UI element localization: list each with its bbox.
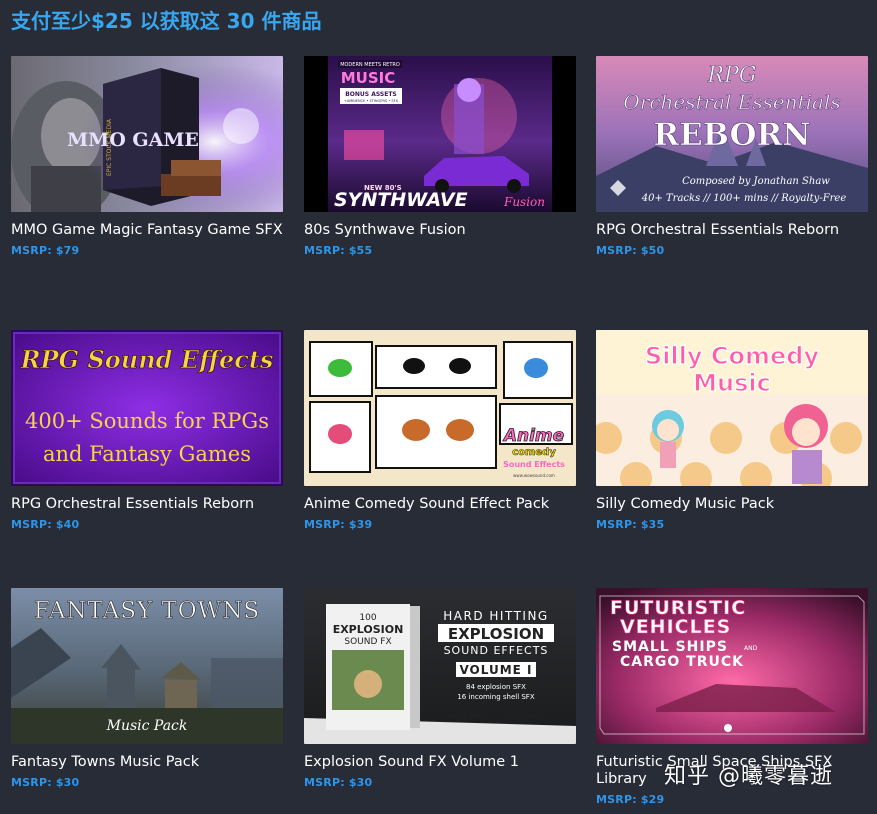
art-logo-text: MMO GAME bbox=[67, 129, 199, 151]
product-image[interactable]: MMO GAME EPIC STOCK MEDIA bbox=[11, 56, 283, 212]
product-msrp: MSRP: $39 bbox=[304, 518, 373, 531]
zhihu-watermark: 知乎 @曦零暮逝 bbox=[664, 764, 833, 789]
art-d1: 84 explosion SFX bbox=[466, 683, 526, 691]
art-h2: EXPLOSION bbox=[448, 625, 544, 643]
product-image[interactable]: RPG Sound Effects 400+ Sounds for RPGs a… bbox=[11, 330, 283, 486]
product-image[interactable]: Anime comedy Sound Effects www.wowsound.… bbox=[304, 330, 576, 486]
product-image[interactable]: 100 EXPLOSION SOUND FX HARD HITTING EXPL… bbox=[304, 588, 576, 744]
product-msrp: MSRP: $55 bbox=[304, 244, 373, 257]
art-h3: SOUND EFFECTS bbox=[444, 644, 549, 657]
product-title[interactable]: 80s Synthwave Fusion bbox=[304, 222, 576, 239]
art-logo1: Anime bbox=[502, 426, 564, 446]
art-tag2: MUSIC bbox=[341, 69, 396, 87]
product-image[interactable]: RPG Orchestral Essentials REBORN Compose… bbox=[596, 56, 868, 212]
product-card-rpg-orchestral[interactable]: RPG Orchestral Essentials REBORN Compose… bbox=[596, 56, 868, 257]
art-tag4: +AMBIENCE • STINGERS • SFX bbox=[344, 99, 399, 103]
tier-heading: 支付至少$25 以获取这 30 件商品 bbox=[11, 9, 322, 33]
product-card-rpg-sound-effects[interactable]: RPG Sound Effects 400+ Sounds for RPGs a… bbox=[11, 330, 283, 531]
product-msrp: MSRP: $29 bbox=[596, 793, 665, 806]
product-image[interactable]: MODERN MEETS RETRO MUSIC BONUS ASSETS +A… bbox=[304, 56, 576, 212]
art-line2: VEHICLES bbox=[620, 616, 731, 638]
art-line2: 400+ Sounds for RPGs bbox=[25, 409, 269, 433]
product-card-80s-synthwave[interactable]: MODERN MEETS RETRO MUSIC BONUS ASSETS +A… bbox=[304, 56, 576, 257]
product-title[interactable]: MMO Game Magic Fantasy Game SFX bbox=[11, 222, 283, 239]
art-line2: Orchestral Essentials bbox=[623, 90, 840, 114]
product-image[interactable]: Silly Comedy Music bbox=[596, 330, 868, 486]
art-box3: SOUND FX bbox=[344, 637, 391, 647]
art-line4: CARGO TRUCK bbox=[620, 654, 744, 670]
product-card-silly-comedy[interactable]: Silly Comedy Music Silly Comedy Music Pa… bbox=[596, 330, 868, 531]
product-title[interactable]: Fantasy Towns Music Pack bbox=[11, 754, 283, 771]
product-image[interactable]: FANTASY TOWNS Music Pack bbox=[11, 588, 283, 744]
art-logo2: comedy bbox=[512, 447, 556, 458]
art-box1: 100 bbox=[359, 613, 376, 623]
art-footer: 40+ Tracks // 100+ mins // Royalty-Free bbox=[641, 193, 847, 204]
product-msrp: MSRP: $40 bbox=[11, 518, 80, 531]
product-title[interactable]: Explosion Sound FX Volume 1 bbox=[304, 754, 576, 771]
art-composer: Composed by Jonathan Shaw bbox=[682, 176, 830, 187]
product-card-explosion-sfx[interactable]: 100 EXPLOSION SOUND FX HARD HITTING EXPL… bbox=[304, 588, 576, 789]
art-site: www.wowsound.com bbox=[513, 473, 555, 478]
art-side-text: EPIC STOCK MEDIA bbox=[106, 118, 113, 176]
art-line3: SMALL SHIPS bbox=[612, 639, 728, 655]
art-line1: RPG Sound Effects bbox=[20, 345, 274, 374]
art-script: Fusion bbox=[503, 195, 545, 209]
product-msrp: MSRP: $30 bbox=[304, 776, 373, 789]
art-d2: 16 incoming shell SFX bbox=[457, 693, 534, 701]
product-msrp: MSRP: $50 bbox=[596, 244, 665, 257]
product-title[interactable]: Anime Comedy Sound Effect Pack bbox=[304, 496, 576, 513]
art-line2: Music bbox=[693, 369, 771, 397]
art-line1: Silly Comedy bbox=[645, 342, 820, 370]
art-big: SYNTHWAVE bbox=[334, 189, 468, 211]
product-card-fantasy-towns[interactable]: FANTASY TOWNS Music Pack Fantasy Towns M… bbox=[11, 588, 283, 789]
art-line1: RPG bbox=[707, 63, 757, 88]
product-msrp: MSRP: $30 bbox=[11, 776, 80, 789]
art-tag3: BONUS ASSETS bbox=[345, 91, 397, 98]
product-title[interactable]: RPG Orchestral Essentials Reborn bbox=[596, 222, 868, 239]
art-vol: VOLUME I bbox=[459, 663, 532, 677]
product-msrp: MSRP: $79 bbox=[11, 244, 80, 257]
product-title[interactable]: Silly Comedy Music Pack bbox=[596, 496, 868, 513]
art-box2: EXPLOSION bbox=[333, 623, 404, 636]
product-image[interactable]: FUTURISTIC VEHICLES SMALL SHIPS AND CARG… bbox=[596, 588, 868, 744]
product-title[interactable]: RPG Orchestral Essentials Reborn bbox=[11, 496, 283, 513]
product-msrp: MSRP: $35 bbox=[596, 518, 665, 531]
art-h1: HARD HITTING bbox=[443, 609, 548, 623]
art-line3: and Fantasy Games bbox=[43, 442, 251, 466]
art-logo3: Sound Effects bbox=[503, 460, 565, 469]
art-line3: REBORN bbox=[653, 117, 810, 153]
art-line2: Music Pack bbox=[106, 718, 188, 734]
art-tag1: MODERN MEETS RETRO bbox=[340, 62, 400, 68]
art-line1: FANTASY TOWNS bbox=[34, 598, 260, 624]
art-and: AND bbox=[744, 645, 758, 652]
product-card-mmo-game[interactable]: MMO GAME EPIC STOCK MEDIA MMO Game Magic… bbox=[11, 56, 283, 257]
product-card-anime-comedy[interactable]: Anime comedy Sound Effects www.wowsound.… bbox=[304, 330, 576, 531]
art-d3: HIGH IMPACT — NO DEBRIS bbox=[448, 712, 545, 720]
